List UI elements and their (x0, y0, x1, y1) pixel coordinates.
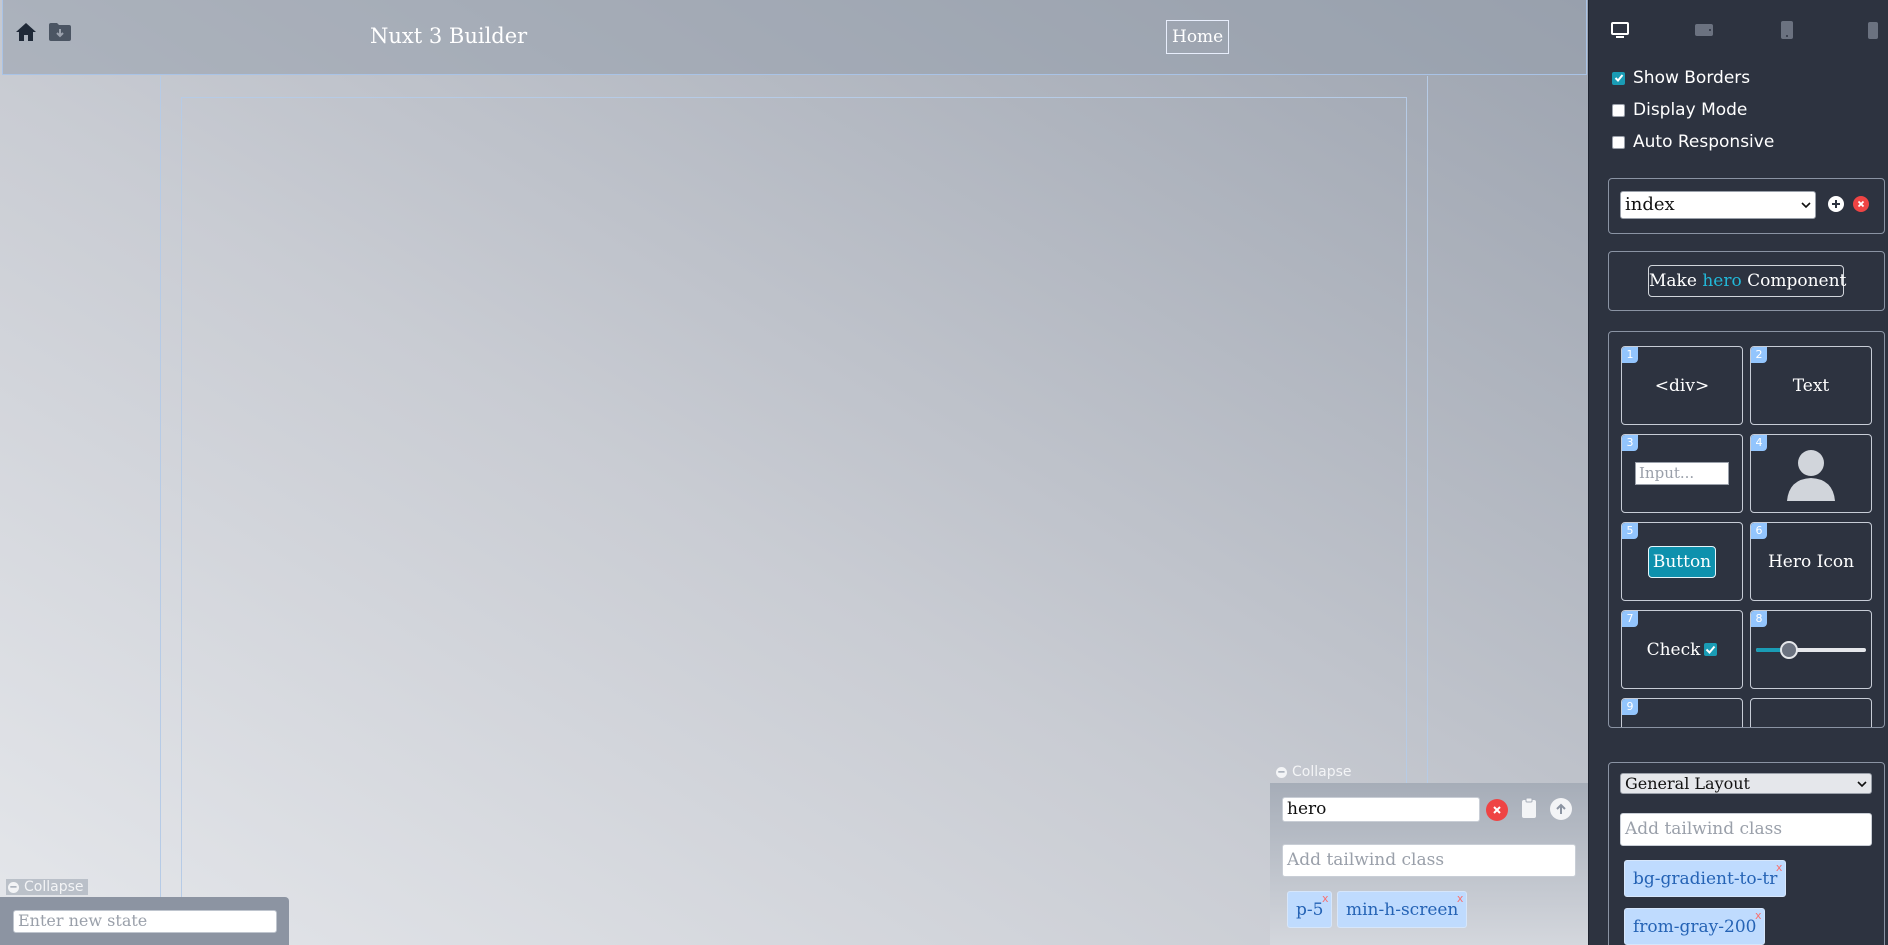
avatar-icon (1787, 449, 1835, 501)
palette-number: 3 (1622, 435, 1638, 451)
hero-content-outline[interactable] (181, 97, 1407, 945)
palette-input[interactable]: 3 Input... (1621, 434, 1743, 513)
class-chip-label: bg-gradient-to-tr (1633, 869, 1778, 889)
close-icon (1857, 200, 1865, 208)
element-class-input[interactable]: Add tailwind class (1282, 844, 1576, 877)
tablet-landscape-icon[interactable] (1693, 20, 1715, 44)
element-collapse-toggle[interactable]: − Collapse (1276, 764, 1352, 780)
make-component-suffix: Component (1747, 271, 1847, 291)
class-chip-p-5[interactable]: p-5 x (1287, 891, 1333, 928)
delete-page-button[interactable] (1853, 196, 1869, 212)
palette-label: Text (1792, 375, 1830, 396)
minus-circle-icon: − (1276, 766, 1287, 778)
element-palette: 1 <div> 2 Text 3 Input... 4 5 Button 6 H… (1608, 331, 1885, 728)
checkbox-icon[interactable] (1612, 103, 1625, 117)
home-icon[interactable] (15, 22, 37, 46)
palette-number: 7 (1622, 611, 1638, 627)
show-borders-label: Show Borders (1633, 68, 1751, 88)
class-chip-bg-gradient-to-tr[interactable]: bg-gradient-to-tr x (1624, 860, 1787, 897)
palette-number: 2 (1751, 347, 1767, 363)
state-collapse-label: Collapse (24, 879, 84, 895)
palette-checkbox[interactable]: 7 Check (1621, 610, 1743, 689)
display-mode-toggle[interactable]: Display Mode (1612, 100, 1747, 120)
chevron-down-icon (1801, 202, 1811, 209)
palette-label: <div> (1654, 375, 1710, 396)
home-link[interactable]: Home (1166, 20, 1230, 54)
palette-slider[interactable]: 8 (1750, 610, 1872, 689)
layout-category-value: General Layout (1625, 774, 1750, 793)
auto-responsive-toggle[interactable]: Auto Responsive (1612, 132, 1774, 152)
slider-preview (1756, 640, 1866, 659)
palette-hero-icon[interactable]: 6 Hero Icon (1750, 522, 1872, 601)
element-class-placeholder: Add tailwind class (1287, 850, 1445, 870)
remove-class-icon[interactable]: x (1776, 849, 1783, 886)
remove-class-icon[interactable]: x (1457, 880, 1464, 917)
layout-category-select[interactable]: General Layout (1620, 773, 1872, 794)
plus-icon (1832, 200, 1840, 208)
app-title: Nuxt 3 Builder (370, 24, 528, 48)
palette-text[interactable]: 2 Text (1750, 346, 1872, 425)
desktop-icon[interactable] (1610, 20, 1630, 44)
class-chip-from-gray-200[interactable]: from-gray-200 x (1624, 908, 1766, 945)
class-chip-label: p-5 (1296, 900, 1324, 920)
palette-label: Hero Icon (1767, 551, 1855, 572)
tailwind-class-input[interactable]: Add tailwind class (1620, 813, 1872, 846)
move-up-button[interactable] (1550, 798, 1572, 820)
preview-header[interactable]: Nuxt 3 Builder Home (2, 0, 1587, 75)
copy-element-button[interactable] (1518, 797, 1540, 819)
auto-responsive-label: Auto Responsive (1633, 132, 1775, 152)
make-component-button[interactable]: Make hero Component (1648, 265, 1847, 297)
remove-class-icon[interactable]: x (1322, 880, 1329, 917)
add-page-button[interactable] (1828, 196, 1844, 212)
palette-number: 5 (1622, 523, 1638, 539)
page-select[interactable]: index (1620, 191, 1816, 219)
mobile-icon[interactable] (1866, 20, 1880, 44)
palette-div[interactable]: 1 <div> (1621, 346, 1743, 425)
arrow-up-icon (1556, 803, 1566, 814)
make-component-prefix: Make (1649, 271, 1697, 291)
palette-number: 1 (1622, 347, 1638, 363)
palette-button-preview: Button (1647, 545, 1717, 578)
element-collapse-label: Collapse (1292, 764, 1352, 780)
checkbox-checked-icon[interactable] (1612, 71, 1625, 85)
tablet-portrait-icon[interactable] (1779, 20, 1795, 44)
new-state-input[interactable]: Enter new state (13, 910, 277, 933)
minus-circle-icon: − (8, 881, 19, 893)
palette-item-10[interactable] (1750, 698, 1872, 727)
make-component-name: hero (1702, 271, 1742, 291)
palette-label: Check (1646, 639, 1701, 660)
class-chip-label: from-gray-200 (1633, 917, 1757, 937)
tailwind-class-placeholder: Add tailwind class (1625, 819, 1783, 839)
class-chip-label: min-h-screen (1346, 900, 1459, 920)
display-mode-label: Display Mode (1633, 100, 1748, 120)
clipboard-icon (1522, 797, 1536, 818)
close-icon (1493, 806, 1501, 814)
palette-number: 8 (1751, 611, 1767, 627)
checkbox-checked-icon (1704, 643, 1718, 656)
palette-number: 4 (1751, 435, 1767, 451)
palette-input-preview: Input... (1635, 462, 1729, 485)
remove-class-icon[interactable]: x (1755, 897, 1762, 934)
palette-number: 9 (1622, 699, 1638, 715)
checkbox-icon[interactable] (1612, 135, 1625, 149)
palette-image[interactable]: 4 (1750, 434, 1872, 513)
show-borders-toggle[interactable]: Show Borders (1612, 68, 1750, 88)
folder-download-icon[interactable] (48, 22, 72, 46)
chevron-down-icon (1857, 781, 1867, 788)
palette-item-9[interactable]: 9 (1621, 698, 1743, 727)
palette-button[interactable]: 5 Button (1621, 522, 1743, 601)
new-state-placeholder: Enter new state (18, 911, 148, 930)
class-chip-min-h-screen[interactable]: min-h-screen x (1337, 891, 1468, 928)
state-collapse-toggle[interactable]: − Collapse (6, 879, 88, 895)
page-select-value: index (1625, 194, 1675, 215)
delete-element-button[interactable] (1486, 799, 1508, 821)
element-name-input[interactable]: hero (1282, 797, 1480, 822)
palette-number: 6 (1751, 523, 1767, 539)
